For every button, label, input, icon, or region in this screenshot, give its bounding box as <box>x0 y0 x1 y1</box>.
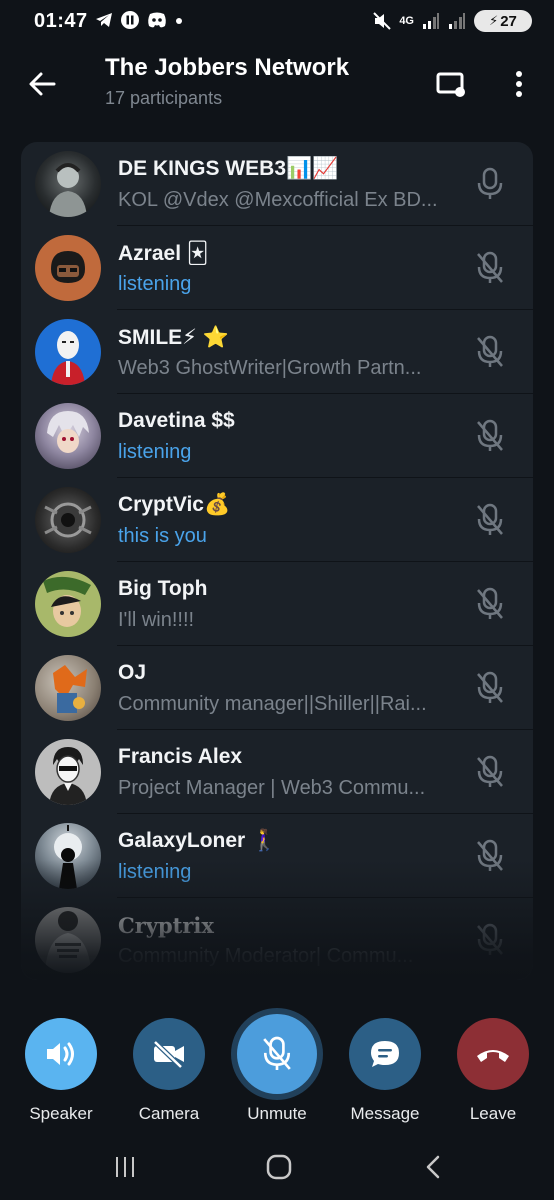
avatar <box>35 403 101 469</box>
avatar <box>35 739 101 805</box>
back-icon[interactable] <box>422 1153 446 1181</box>
system-nav-bar <box>0 1140 554 1200</box>
participant-list[interactable]: DE KINGS WEB3📊📈 KOL @Vdex @Mexcofficial … <box>21 142 533 980</box>
battery-indicator: ⚡ 27 <box>474 10 532 32</box>
media-pause-icon <box>121 11 139 29</box>
call-header: The Jobbers Network 17 participants <box>0 44 554 130</box>
participant-row[interactable]: Big Toph I'll win!!!! <box>21 562 533 646</box>
mic-muted-icon[interactable] <box>475 335 505 369</box>
participant-row[interactable]: Azrael 🃏 listening <box>21 226 533 310</box>
status-time: 01:47 <box>34 10 88 32</box>
leave-control: Leave <box>438 1018 548 1124</box>
message-label: Message <box>350 1104 420 1123</box>
participant-name: Big Toph <box>118 577 208 600</box>
status-notification-icons <box>94 10 184 30</box>
camera-control: Camera <box>114 1018 224 1124</box>
discord-icon <box>148 12 166 28</box>
participant-status: I'll win!!!! <box>118 609 195 631</box>
status-bar: 01:47 4G ⚡ 27 <box>0 0 554 44</box>
participant-name: GalaxyLoner 🚶‍♀️ <box>118 829 278 852</box>
screen-share-icon[interactable] <box>434 66 470 102</box>
participant-status: listening <box>118 861 192 883</box>
participant-count: 17 participants <box>105 88 223 108</box>
participant-name: Azrael 🃏 <box>118 242 209 265</box>
mic-icon[interactable] <box>475 167 505 201</box>
speaker-icon <box>47 1042 74 1066</box>
message-button[interactable] <box>349 1018 421 1090</box>
battery-level: 27 <box>500 12 517 30</box>
unmute-control: Unmute <box>222 1014 332 1124</box>
speaker-control: Speaker <box>6 1018 116 1124</box>
signal-icon <box>423 13 439 29</box>
mic-muted-icon[interactable] <box>475 503 505 537</box>
participant-row[interactable]: GalaxyLoner 🚶‍♀️ listening <box>21 814 533 898</box>
avatar <box>35 487 101 553</box>
mic-muted-icon <box>263 1036 291 1070</box>
camera-off-icon <box>153 1040 184 1069</box>
participant-name: 𝐂𝐫𝐲𝐩𝐭𝐫𝐢𝐱 <box>118 913 214 938</box>
participant-row[interactable]: Francis Alex Project Manager | Web3 Comm… <box>21 730 533 814</box>
dot-icon <box>176 18 182 24</box>
hang-up-icon <box>477 1050 509 1062</box>
page-title: The Jobbers Network <box>105 54 350 81</box>
mic-muted-icon[interactable] <box>475 419 505 453</box>
avatar <box>35 907 101 973</box>
participant-name: Davetina $$ <box>118 409 235 432</box>
participant-status: Community Moderator| Commu... <box>118 945 414 967</box>
back-arrow-icon[interactable] <box>24 66 60 102</box>
leave-label: Leave <box>469 1104 517 1123</box>
participant-name: CryptVic💰 <box>118 493 231 516</box>
participant-row[interactable]: OJ Community manager||Shiller||Rai... <box>21 646 533 730</box>
avatar <box>35 823 101 889</box>
chat-bubble-icon <box>371 1041 399 1067</box>
mic-muted-icon[interactable] <box>475 839 505 873</box>
mic-muted-icon[interactable] <box>475 671 505 705</box>
signal-icon-2 <box>449 13 465 29</box>
leave-button[interactable] <box>457 1018 529 1090</box>
participant-status: Community manager||Shiller||Rai... <box>118 693 427 715</box>
mic-muted-icon[interactable] <box>475 923 505 957</box>
telegram-icon <box>96 13 112 27</box>
mic-muted-icon[interactable] <box>475 587 505 621</box>
speaker-label: Speaker <box>29 1104 93 1123</box>
participant-row[interactable]: DE KINGS WEB3📊📈 KOL @Vdex @Mexcofficial … <box>21 142 533 226</box>
avatar <box>35 235 101 301</box>
mic-muted-icon[interactable] <box>475 755 505 789</box>
unmute-button[interactable] <box>237 1014 317 1094</box>
charging-icon: ⚡ <box>489 13 499 28</box>
camera-label: Camera <box>138 1104 200 1123</box>
call-controls: Speaker Camera Unmute Message Leave <box>0 1014 554 1128</box>
message-control: Message <box>330 1018 440 1124</box>
participant-status: listening <box>118 441 192 463</box>
participant-name: Francis Alex <box>118 745 243 768</box>
camera-button[interactable] <box>133 1018 205 1090</box>
unmute-label: Unmute <box>247 1104 307 1123</box>
network-type: 4G <box>399 15 414 27</box>
mute-icon <box>373 12 392 30</box>
more-options-icon[interactable] <box>504 66 534 102</box>
participant-status: this is you <box>118 525 207 547</box>
mic-muted-icon[interactable] <box>475 251 505 285</box>
speaker-button[interactable] <box>25 1018 97 1090</box>
participant-row[interactable]: SMILE⚡ ⭐ Web3 GhostWriter|Growth Partn..… <box>21 310 533 394</box>
participant-status: KOL @Vdex @Mexcofficial Ex BD... <box>118 189 438 211</box>
participant-name: OJ <box>118 661 147 684</box>
status-right-icons: 4G ⚡ 27 <box>373 10 532 32</box>
participant-status: listening <box>118 273 192 295</box>
avatar <box>35 655 101 721</box>
participant-row[interactable]: Davetina $$ listening <box>21 394 533 478</box>
home-icon[interactable] <box>265 1153 293 1181</box>
avatar <box>35 571 101 637</box>
participant-row[interactable]: CryptVic💰 this is you <box>21 478 533 562</box>
participant-status: Web3 GhostWriter|Growth Partn... <box>118 357 422 379</box>
participant-status: Project Manager | Web3 Commu... <box>118 777 426 799</box>
avatar <box>35 151 101 217</box>
recent-apps-icon[interactable] <box>112 1154 138 1180</box>
participant-row[interactable]: 𝐂𝐫𝐲𝐩𝐭𝐫𝐢𝐱 Community Moderator| Commu... <box>21 898 533 980</box>
participant-name: DE KINGS WEB3📊📈 <box>118 157 339 180</box>
avatar <box>35 319 101 385</box>
participant-name: SMILE⚡ ⭐ <box>118 326 229 349</box>
